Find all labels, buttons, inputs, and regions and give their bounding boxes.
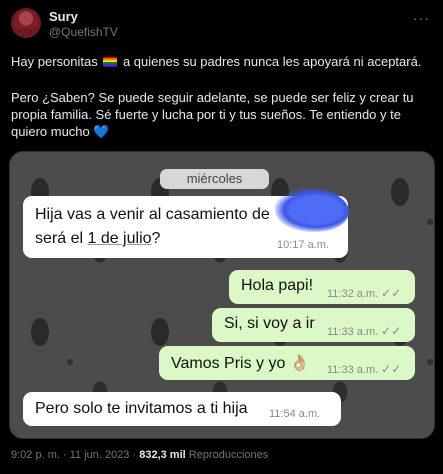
tweet-text-line-4: quiero mucho 💙: [11, 124, 110, 139]
message-time: 11:32 a.m. ✓✓: [327, 286, 402, 300]
read-receipt-icon: ✓✓: [381, 362, 402, 376]
tweet: Sury @QuefishTV ··· Hay personitas a qui…: [0, 0, 443, 474]
message-bubble-outgoing: Si, si voy a ir 11:33 a.m. ✓✓: [212, 308, 415, 342]
message-time: 10:17 a.m.: [277, 239, 329, 251]
message-text: Vamos Pris y yo 👌🏼: [171, 355, 310, 372]
timestamp[interactable]: 9:02 p. m. · 11 jun. 2023 ·: [11, 449, 136, 461]
views-label: Reproducciones: [188, 449, 269, 461]
read-receipt-icon: ✓✓: [381, 324, 402, 338]
date-label: miércoles: [160, 169, 269, 189]
message-text: Pero solo te invitamos a ti hija: [35, 400, 248, 417]
tweet-text-line-3: propia familia. Sé fuerte y lucha por ti…: [11, 107, 401, 122]
avatar[interactable]: [11, 8, 41, 38]
read-receipt-icon: ✓✓: [381, 286, 402, 300]
message-text: Hola papi!: [241, 277, 314, 294]
user-handle[interactable]: @QuefishTV: [49, 25, 118, 39]
views-count: 832,3 mil: [139, 449, 186, 461]
more-options-icon[interactable]: ···: [413, 10, 430, 26]
message-text: será el 1 de julio?: [35, 230, 161, 247]
message-text: Hija vas a venir al casamiento de: [35, 206, 270, 223]
display-name[interactable]: Sury: [49, 9, 78, 24]
message-time: 11:33 a.m. ✓✓: [327, 362, 402, 376]
rainbow-flag-icon: [103, 57, 118, 67]
message-bubble-outgoing: Vamos Pris y yo 👌🏼 11:33 a.m. ✓✓: [159, 346, 415, 380]
message-bubble-outgoing: Hola papi! 11:32 a.m. ✓✓: [229, 270, 415, 304]
message-text: Si, si voy a ir: [224, 315, 315, 332]
tweet-footer: 9:02 p. m. · 11 jun. 2023 · 832,3 mil Re…: [11, 449, 268, 461]
redacted-blur: [275, 188, 349, 232]
tweet-text-line-1: Hay personitas a quienes su padres nunca…: [11, 54, 422, 69]
blue-heart-icon: 💙: [93, 124, 110, 139]
message-bubble-incoming: Pero solo te invitamos a ti hija 11:54 a…: [23, 392, 341, 426]
message-time: 11:33 a.m. ✓✓: [327, 324, 402, 338]
tweet-text-line-2: Pero ¿Saben? Se puede seguir adelante, s…: [11, 90, 414, 105]
message-time: 11:54 a.m.: [269, 408, 321, 420]
